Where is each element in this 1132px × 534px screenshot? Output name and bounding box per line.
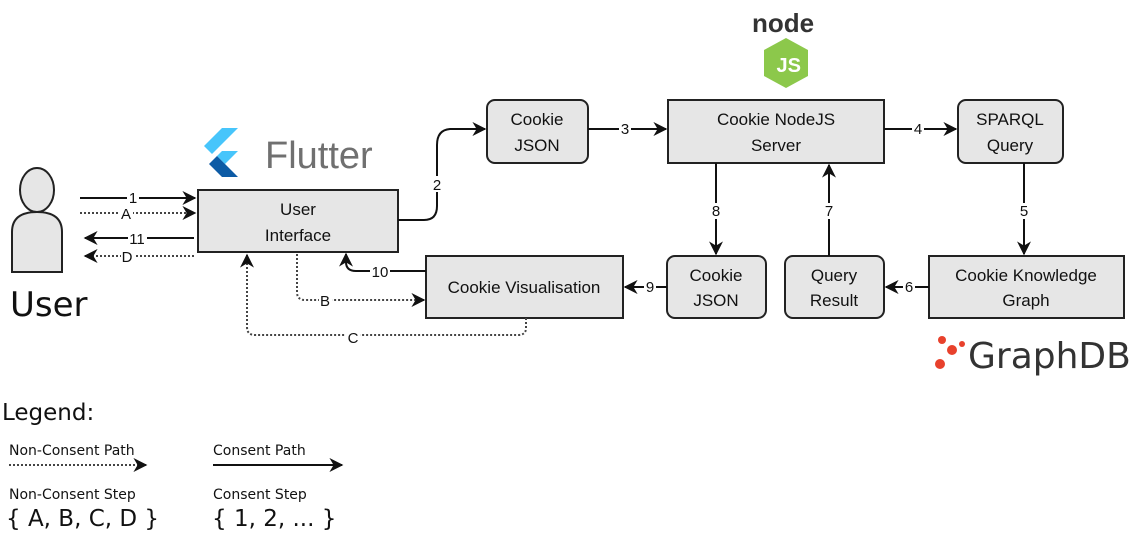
svg-text:11: 11 xyxy=(129,231,145,248)
edge-10: 10 xyxy=(339,252,426,281)
svg-text:SPARQL: SPARQL xyxy=(976,110,1044,129)
graphdb-logo: GraphDB xyxy=(935,336,1131,377)
sparql-query-box: SPARQL Query xyxy=(957,99,1064,164)
svg-text:1: 1 xyxy=(129,190,137,207)
svg-text:8: 8 xyxy=(712,203,720,220)
svg-text:Cookie: Cookie xyxy=(690,266,743,285)
svg-text:D: D xyxy=(122,249,133,266)
cookie-visualisation-box: Cookie Visualisation xyxy=(425,255,624,319)
flutter-logo: Flutter xyxy=(204,128,373,177)
edge-2: 2 xyxy=(398,122,487,221)
legend-consent-step-label: Consent Step xyxy=(213,487,307,503)
svg-text:Server: Server xyxy=(751,136,801,155)
svg-text:JSON: JSON xyxy=(693,291,738,310)
edge-6: 6 xyxy=(884,279,929,296)
legend-consent-set: { 1, 2, ... } xyxy=(212,506,336,532)
svg-text:Cookie: Cookie xyxy=(511,110,564,129)
svg-text:Query: Query xyxy=(987,136,1034,155)
svg-text:Cookie NodeJS: Cookie NodeJS xyxy=(717,110,835,129)
svg-text:2: 2 xyxy=(433,177,441,194)
svg-text:User: User xyxy=(280,200,316,219)
edge-5: 5 xyxy=(1017,163,1031,256)
svg-text:3: 3 xyxy=(621,121,629,138)
node-server-box: Cookie NodeJS Server xyxy=(667,99,885,164)
svg-text:6: 6 xyxy=(905,279,913,296)
legend-non-consent-step-label: Non-Consent Step xyxy=(9,487,136,503)
svg-text:Query: Query xyxy=(811,266,858,285)
edge-3: 3 xyxy=(588,121,668,138)
query-result-box: Query Result xyxy=(784,255,885,319)
svg-text:B: B xyxy=(320,293,330,310)
svg-text:Interface: Interface xyxy=(265,226,331,245)
svg-text:4: 4 xyxy=(914,121,922,138)
svg-text:5: 5 xyxy=(1020,203,1028,220)
svg-text:9: 9 xyxy=(646,279,654,296)
edge-A: A xyxy=(80,206,197,223)
architecture-diagram: User Flutter node JS GraphDB User Interf… xyxy=(0,0,1132,534)
svg-text:A: A xyxy=(121,206,131,223)
knowledge-graph-box: Cookie Knowledge Graph xyxy=(928,255,1125,319)
edge-1: 1 xyxy=(80,190,197,207)
edge-D: D xyxy=(83,249,194,266)
legend-consent-path-label: Consent Path xyxy=(213,443,306,459)
cookie-json-top-box: Cookie JSON xyxy=(486,99,589,164)
svg-text:7: 7 xyxy=(825,203,833,220)
edge-9: 9 xyxy=(623,279,667,296)
user-interface-box: User Interface xyxy=(197,189,399,253)
legend-title: Legend: xyxy=(2,400,94,426)
svg-text:Result: Result xyxy=(810,291,858,310)
svg-text:10: 10 xyxy=(372,264,389,281)
edge-4: 4 xyxy=(884,121,958,138)
edge-B: B xyxy=(296,254,426,310)
legend-non-consent-path-label: Non-Consent Path xyxy=(9,443,135,459)
user-label: User xyxy=(10,285,88,325)
edge-7: 7 xyxy=(822,163,836,256)
flutter-wordmark: Flutter xyxy=(265,135,373,177)
user-icon xyxy=(11,167,63,273)
svg-text:Cookie Knowledge: Cookie Knowledge xyxy=(955,266,1097,285)
cookie-json-bottom-box: Cookie JSON xyxy=(666,255,767,319)
legend-non-consent-set: { A, B, C, D } xyxy=(6,506,159,532)
svg-text:Cookie Visualisation: Cookie Visualisation xyxy=(448,278,601,297)
graphdb-wordmark: GraphDB xyxy=(968,336,1131,377)
edge-8: 8 xyxy=(709,163,723,256)
nodejs-logo: node JS xyxy=(752,8,814,88)
edge-11: 11 xyxy=(83,231,194,248)
svg-text:C: C xyxy=(348,330,359,347)
svg-text:Graph: Graph xyxy=(1002,291,1049,310)
svg-text:JSON: JSON xyxy=(514,136,559,155)
